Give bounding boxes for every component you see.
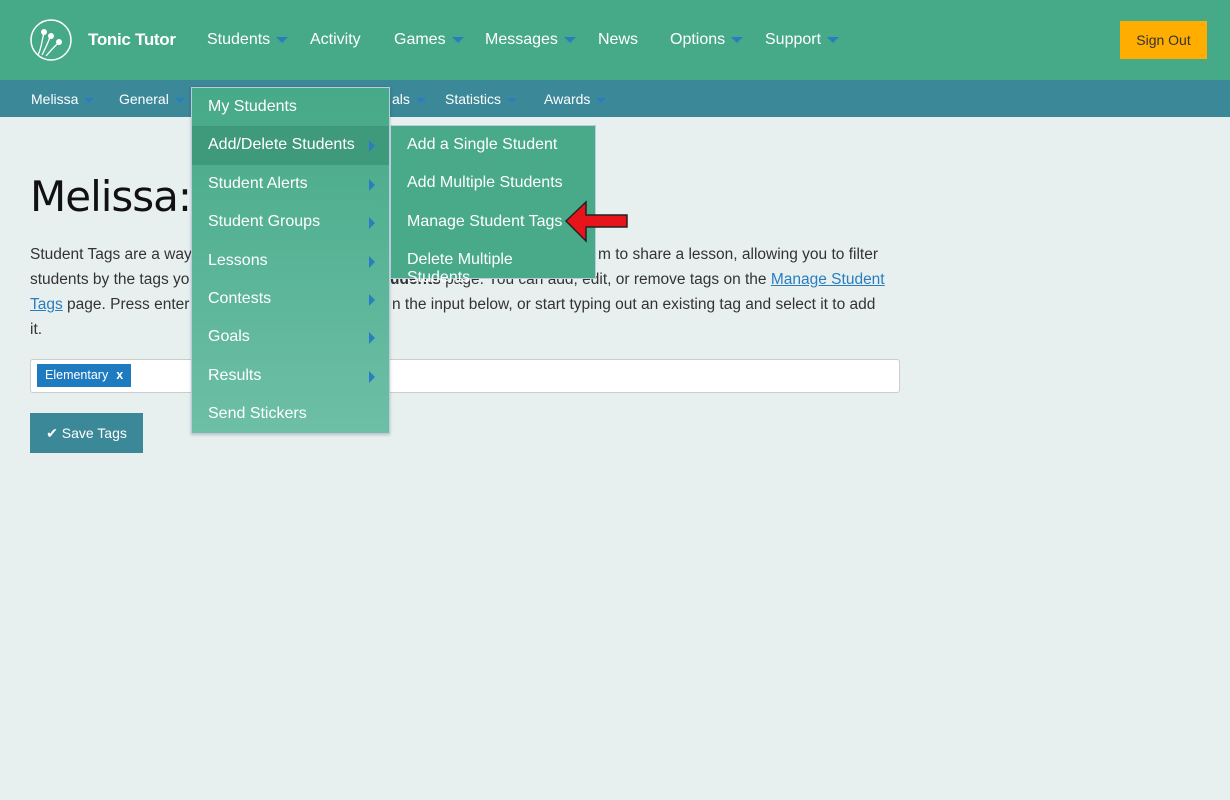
submenu-item-add-multiple-students[interactable]: Add Multiple Students	[391, 164, 595, 202]
subnav-goals[interactable]: als	[392, 91, 426, 107]
remove-tag-button[interactable]: x	[116, 368, 123, 382]
menu-item-results[interactable]: Results	[192, 357, 389, 395]
description-text: n the input below, or start typing out a…	[392, 296, 876, 313]
nav-messages[interactable]: Messages	[485, 31, 576, 49]
caret-down-icon	[451, 36, 464, 43]
subnav-melissa[interactable]: Melissa	[31, 91, 95, 107]
chevron-right-icon	[369, 217, 375, 230]
caret-down-icon	[596, 97, 607, 103]
description-text: students by the tags yo	[30, 271, 190, 288]
brand-name[interactable]: Tonic Tutor	[88, 30, 176, 50]
nav-students[interactable]: Students	[207, 31, 289, 49]
nav-news[interactable]: News	[598, 31, 638, 49]
caret-down-icon	[507, 97, 518, 103]
chevron-right-icon	[369, 140, 375, 153]
caret-down-icon	[276, 36, 289, 43]
red-arrow-annotation-icon	[564, 200, 628, 243]
chevron-right-icon	[369, 293, 375, 306]
tags-input[interactable]: Elementary x	[30, 359, 900, 393]
subnav-awards[interactable]: Awards	[544, 91, 607, 107]
menu-item-student-groups[interactable]: Student Groups	[192, 203, 389, 241]
caret-down-icon	[174, 97, 185, 103]
checkmark-icon: ✔	[46, 424, 58, 441]
nav-games[interactable]: Games	[394, 31, 464, 49]
description-text: m to share a lesson, allowing you to fil…	[598, 246, 878, 263]
sign-out-button[interactable]: Sign Out	[1120, 21, 1207, 59]
caret-down-icon	[84, 97, 95, 103]
submenu-item-add-single-student[interactable]: Add a Single Student	[391, 126, 595, 164]
nav-support[interactable]: Support	[765, 31, 840, 49]
menu-item-student-alerts[interactable]: Student Alerts	[192, 165, 389, 203]
menu-item-add-delete-students[interactable]: Add/Delete Students	[192, 126, 389, 165]
chevron-right-icon	[369, 370, 375, 383]
menu-item-contests[interactable]: Contests	[192, 280, 389, 318]
chevron-right-icon	[369, 178, 375, 191]
tag-chip: Elementary x	[37, 364, 132, 387]
top-navbar: Tonic Tutor Students Activity Games Mess…	[0, 0, 1230, 80]
subnav-general[interactable]: General	[119, 91, 185, 107]
page-title: Melissa:	[30, 172, 192, 221]
description-text: Tags page. Press enter	[30, 296, 190, 313]
caret-down-icon	[827, 36, 840, 43]
menu-item-my-students[interactable]: My Students	[192, 88, 389, 126]
menu-item-send-stickers[interactable]: Send Stickers	[192, 395, 389, 433]
nav-activity[interactable]: Activity	[310, 31, 361, 49]
tonic-tutor-logo[interactable]	[30, 19, 72, 61]
caret-down-icon	[415, 97, 426, 103]
caret-down-icon	[731, 36, 744, 43]
save-tags-button[interactable]: ✔ Save Tags	[30, 413, 143, 453]
nav-options[interactable]: Options	[670, 31, 744, 49]
manage-student-tags-link[interactable]: Tags	[30, 296, 63, 313]
submenu-item-delete-multiple-students[interactable]: Delete Multiple Students	[391, 241, 595, 286]
chevron-right-icon	[369, 332, 375, 345]
menu-item-goals[interactable]: Goals	[192, 318, 389, 356]
students-dropdown-menu: My Students Add/Delete Students Student …	[191, 87, 390, 434]
manage-student-tags-link[interactable]: Manage Student	[771, 271, 885, 288]
menu-item-lessons[interactable]: Lessons	[192, 242, 389, 280]
chevron-right-icon	[369, 255, 375, 268]
subnav-statistics[interactable]: Statistics	[445, 91, 518, 107]
description-text: it.	[30, 321, 43, 338]
description-text: Student Tags are a way	[30, 246, 192, 263]
caret-down-icon	[563, 36, 576, 43]
